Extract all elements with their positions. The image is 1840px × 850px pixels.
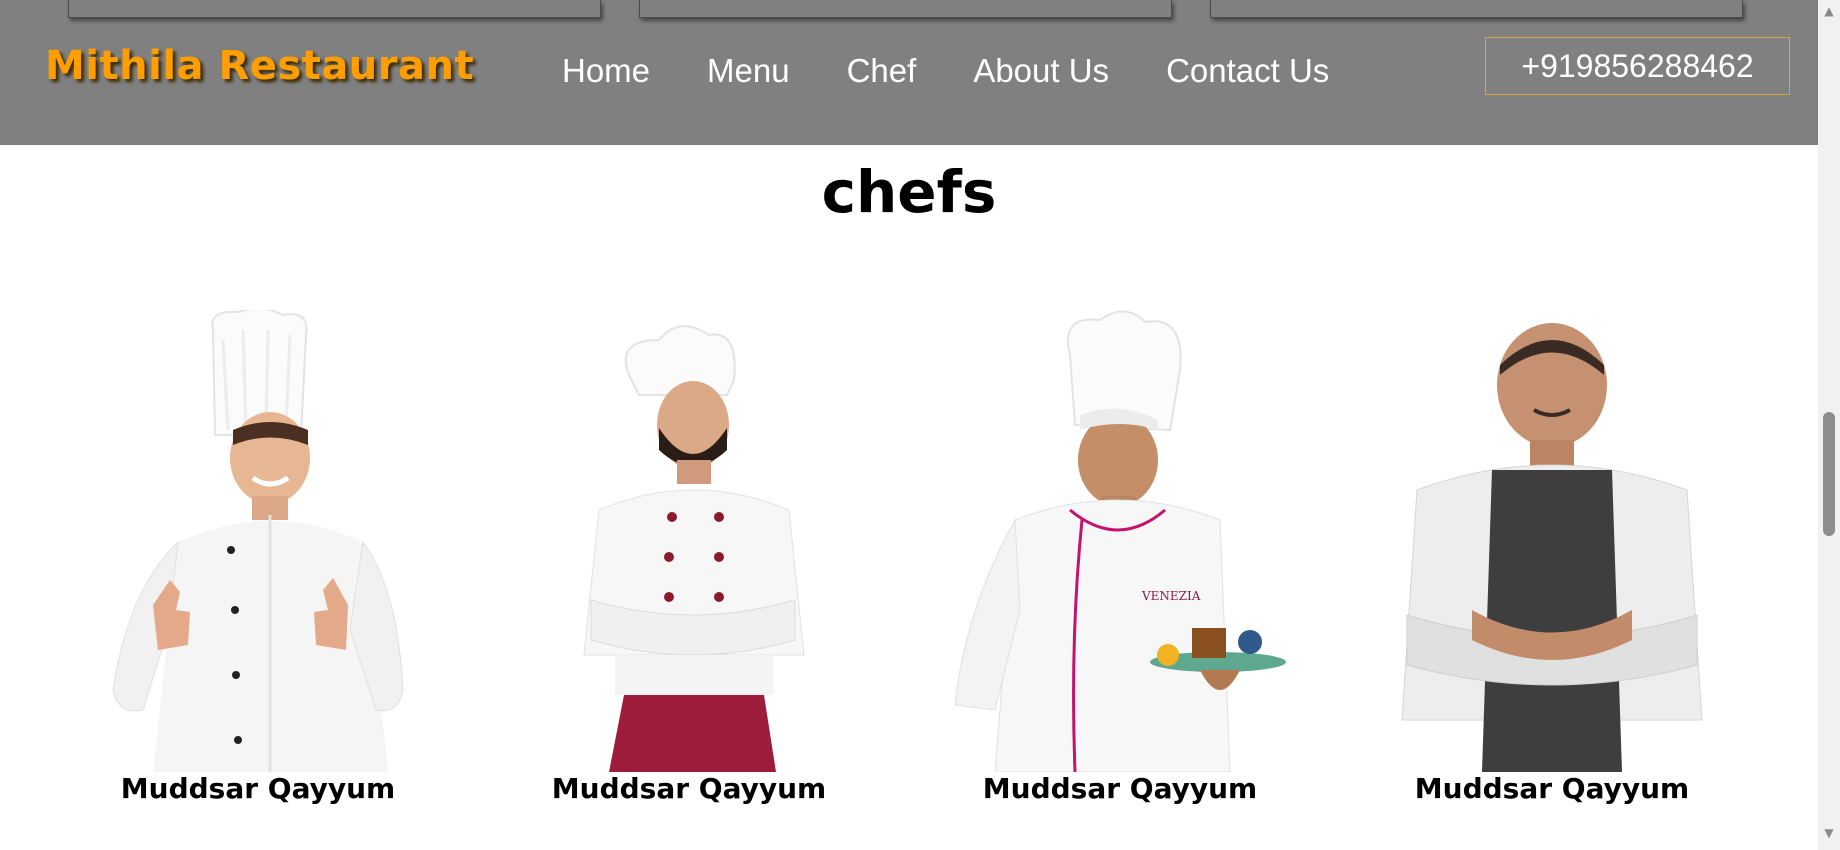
chef-card-2: Muddsar Qayyum xyxy=(489,310,889,810)
chef-name-4: Muddsar Qayyum xyxy=(1414,772,1690,805)
phone-button[interactable]: +919856288462 xyxy=(1485,37,1790,95)
svg-text:VENEZIA: VENEZIA xyxy=(1141,589,1201,603)
nav-about-us[interactable]: About Us xyxy=(973,52,1109,90)
brand-logo[interactable]: Mithila Restaurant xyxy=(45,43,474,89)
site-header: Mithila Restaurant Home Menu Chef About … xyxy=(0,0,1818,145)
header-card-2 xyxy=(639,0,1172,18)
chef-photo-2 xyxy=(583,325,805,772)
chef-photo-3: VENEZIA xyxy=(954,310,1286,772)
section-title: chefs xyxy=(821,158,997,226)
chef-card-3: VENEZIA Muddsar Qayyum xyxy=(920,310,1320,810)
chevron-up-icon[interactable]: ▲ xyxy=(1822,4,1836,18)
scroll-thumb[interactable] xyxy=(1823,412,1835,536)
chef-photo-1 xyxy=(112,310,404,772)
chef-card-1: Muddsar Qayyum xyxy=(58,310,458,810)
main-nav: Home Menu Chef About Us Contact Us xyxy=(562,52,1386,90)
nav-contact-us[interactable]: Contact Us xyxy=(1166,52,1329,90)
nav-menu[interactable]: Menu xyxy=(707,52,790,90)
chevron-down-icon[interactable]: ▼ xyxy=(1822,826,1836,840)
chef-card-4: Muddsar Qayyum xyxy=(1352,310,1752,810)
page-scrollbar[interactable]: ▲ ▼ xyxy=(1818,0,1840,850)
header-card-3 xyxy=(1210,0,1743,18)
nav-chef[interactable]: Chef xyxy=(847,52,917,90)
chef-name-2: Muddsar Qayyum xyxy=(551,772,827,805)
chef-name-1: Muddsar Qayyum xyxy=(120,772,396,805)
chef-name-3: Muddsar Qayyum xyxy=(982,772,1258,805)
header-card-1 xyxy=(68,0,601,18)
chef-photo-4 xyxy=(1401,323,1703,772)
nav-home[interactable]: Home xyxy=(562,52,650,90)
